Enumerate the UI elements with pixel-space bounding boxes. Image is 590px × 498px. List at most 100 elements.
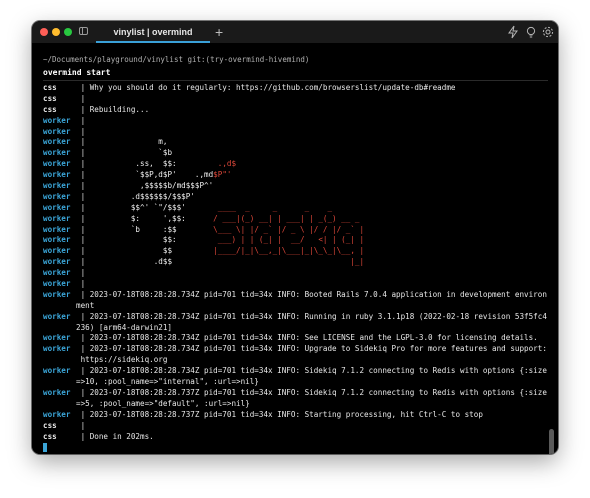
log-message: `b :$$ \___ \| |/ _` |/ _ \ |/ / |/ _` | [89,224,365,234]
process-name-worker: worker [43,148,71,158]
log-message: $$^' `"/$$$' ____ _ _ _ _ [89,202,333,212]
log-line: worker | $$ |____/|_|\__,_|\___|_|\_\_|\… [43,246,543,257]
process-separator: | [76,191,90,201]
log-line: ment [43,301,543,312]
log-lines: css | Why you should do it regularly: ht… [43,83,547,453]
log-message: ,$$$$$b/md$$$P^' [89,181,214,191]
process-name-worker: worker [43,246,71,256]
process-separator: | [76,333,90,343]
log-message: Why you should do it regularly: https://… [89,83,456,92]
process-separator: | [76,93,90,103]
minimize-window-button[interactable] [52,28,60,36]
log-message: 2023-07-18T08:28:28.734Z pid=701 tid=34x… [89,333,538,343]
log-line: worker | `$$P,d$P' .,md$P"' [43,170,543,181]
log-message: 2023-07-18T08:28:28.734Z pid=701 tid=34x… [89,366,547,376]
process-separator: | [76,387,90,397]
process-name-worker: worker [43,191,71,201]
log-message: 2023-07-18T08:28:28.737Z pid=701 tid=34x… [89,387,547,397]
log-message: =>10, :pool_name=>"internal", :url=>nil} [76,377,259,387]
log-line: worker | 2023-07-18T08:28:28.737Z pid=70… [43,410,543,421]
log-message: 2023-07-18T08:28:28.734Z pid=701 tid=34x… [89,311,547,321]
process-separator: | [76,104,90,114]
process-separator: | [76,159,90,169]
process-separator: | [76,181,90,191]
process-name-worker: worker [43,268,71,278]
process-separator: | [76,83,90,92]
process-separator: | [76,409,90,419]
close-window-button[interactable] [40,28,48,36]
log-line: worker | .d$$$$$$/$$$P' [43,192,543,203]
log-message: m, [89,137,168,147]
process-separator: | [76,213,90,223]
log-line: worker | 2023-07-18T08:28:28.734Z pid=70… [43,333,543,344]
process-separator: | [76,246,90,256]
process-separator: | [76,366,90,376]
lightning-icon[interactable] [506,25,520,39]
process-name-worker: worker [43,333,71,343]
log-line: worker | $$^' `"/$$$' ____ _ _ _ _ [43,203,543,214]
zoom-window-button[interactable] [64,28,72,36]
text-cursor [43,442,47,452]
log-line: worker | [43,127,543,138]
process-separator: | [76,126,90,136]
log-line: worker | 2023-07-18T08:28:28.734Z pid=70… [43,366,547,377]
process-separator: | [76,202,90,212]
log-line: worker | 2023-07-18T08:28:28.737Z pid=70… [43,387,547,399]
log-line: worker | 2023-07-18T08:28:28.734Z pid=70… [43,289,547,301]
log-message: https://sidekiq.org [76,355,168,365]
process-separator: | [76,420,90,430]
terminal-output[interactable]: ~/Documents/playground/vinylist git:(try… [32,43,558,454]
log-line: css | Rebuilding... [43,105,543,116]
log-line: worker | [43,268,543,279]
process-separator: | [76,279,90,289]
terminal-window: vinylist | overmind + ~/Documents/playgr… [32,21,558,454]
log-message: .ss, $$: .,d$ [89,159,237,169]
log-message: `$$P,d$P' .,md$P"' [89,170,232,180]
tab-vinylist-overmind[interactable]: vinylist | overmind [96,21,210,43]
new-tab-button[interactable]: + [215,22,223,42]
process-name-worker: worker [43,387,71,397]
process-name-worker: worker [43,115,71,125]
process-separator: | [76,148,90,158]
lightbulb-icon[interactable] [524,25,538,39]
log-message: 2023-07-18T08:28:28.734Z pid=701 tid=34x… [89,289,547,299]
process-name-worker: worker [43,181,71,191]
process-name-css: css [43,93,57,103]
process-separator: | [76,268,90,278]
gear-icon[interactable] [541,25,555,39]
process-name-worker: worker [43,170,71,180]
process-name-worker: worker [43,126,71,136]
log-line: css | Why you should do it regularly: ht… [43,83,543,94]
log-line: worker | $$: ___) | | (_| | __/ <| | (_|… [43,235,543,246]
working-directory-prompt: ~/Documents/playground/vinylist git:(try… [43,55,310,64]
process-name-worker: worker [43,311,71,321]
log-line: worker | .d$$ |_| [43,257,543,268]
log-message: `$b [89,148,173,158]
log-line: css | Done in 202ms. [43,432,543,443]
command-line: overmind start [43,68,111,77]
log-message: 236) [arm64-darwin21] [76,322,173,332]
scrollbar[interactable] [549,429,554,454]
process-name-worker: worker [43,235,71,245]
log-line: =>10, :pool_name=>"internal", :url=>nil} [43,377,543,388]
log-line: worker | `$b [43,148,543,159]
process-name-worker: worker [43,159,71,169]
log-line: worker | $: ',$$: / ___|(_) __| | ___| |… [43,214,543,225]
log-message: =>5, :pool_name=>"default", :url=>nil} [76,398,250,408]
process-name-worker: worker [43,137,71,147]
log-line: worker | ,$$$$$b/md$$$P^' [43,181,543,192]
process-separator: | [76,235,90,245]
process-name-worker: worker [43,289,71,299]
log-line: 236) [arm64-darwin21] [43,323,543,334]
log-line: css | [43,94,543,105]
process-name-worker: worker [43,202,71,212]
process-separator: | [76,289,90,299]
process-name-css: css [43,431,57,441]
process-name-worker: worker [43,257,71,267]
log-message: 2023-07-18T08:28:28.734Z pid=701 tid=34x… [89,344,547,354]
process-separator: | [76,431,90,441]
log-message: 2023-07-18T08:28:28.737Z pid=701 tid=34x… [89,409,483,419]
command-separator [43,80,548,81]
process-name-worker: worker [43,279,71,289]
sidebar-toggle-icon[interactable] [79,27,88,35]
